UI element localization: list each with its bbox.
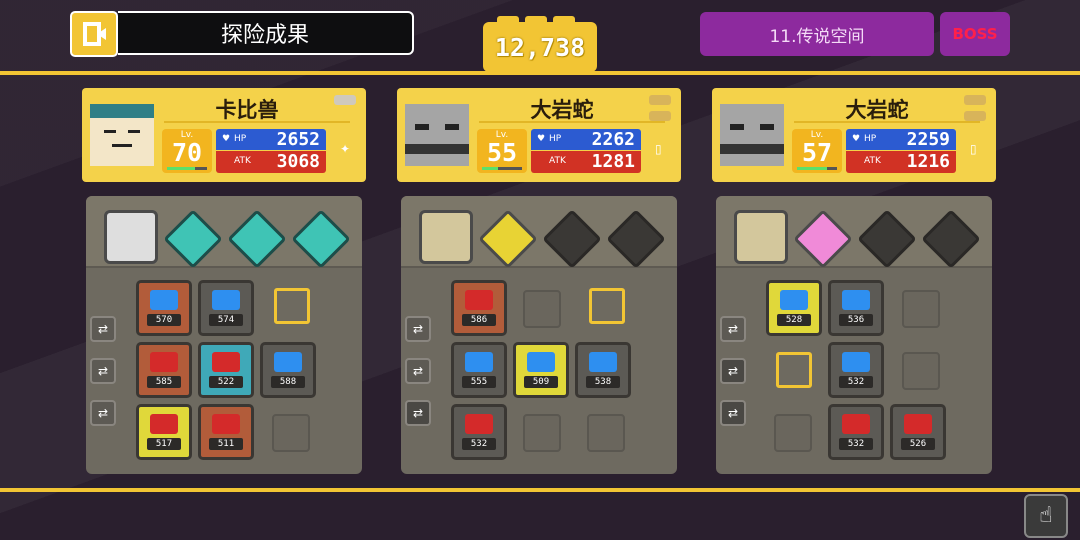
level-value: 55	[486, 138, 518, 167]
ribbon-icon: ▯	[970, 142, 977, 156]
power-stone[interactable]: 522	[198, 342, 254, 398]
empty-heart-slot[interactable]	[589, 288, 625, 324]
power-stone[interactable]: 538	[575, 342, 631, 398]
empty-slot[interactable]	[523, 290, 561, 328]
swap-icon[interactable]: ⇄	[90, 316, 116, 342]
power-stone[interactable]: 536	[828, 280, 884, 336]
swap-icon[interactable]: ⇄	[720, 316, 746, 342]
atk-stat: ATK 3068	[216, 151, 326, 173]
stage-label: 11.传说空间	[700, 12, 934, 56]
power-stone[interactable]: 532	[828, 342, 884, 398]
empty-slot[interactable]	[902, 290, 940, 328]
atk-stat: ATK 1216	[846, 151, 956, 173]
exit-door-icon	[83, 22, 106, 46]
hand-pointer-icon[interactable]: ☝	[1024, 494, 1068, 538]
move-slot[interactable]	[104, 210, 158, 264]
coin-counter: 12,738	[483, 16, 597, 72]
pokemon-portrait	[405, 104, 469, 166]
power-stone-grid-3: ⇄ ⇄ ⇄ 528 536 532 532 526	[716, 196, 992, 474]
pokemon-card-3[interactable]: 大岩蛇 Lv. 57 ♥ HP 2259 ATK 1216 ▯	[712, 88, 996, 182]
power-stone[interactable]: 588	[260, 342, 316, 398]
pokemon-portrait	[720, 104, 784, 166]
empty-heart-slot[interactable]	[274, 288, 310, 324]
pokemon-name: 大岩蛇	[530, 98, 594, 122]
power-stone[interactable]: 532	[828, 404, 884, 460]
power-stone[interactable]: 509	[513, 342, 569, 398]
swap-icon[interactable]: ⇄	[720, 358, 746, 384]
level-box: Lv. 55	[477, 129, 527, 173]
power-stone-grid-2: ⇄ ⇄ ⇄ 586 555 509 538 532	[401, 196, 677, 474]
level-box: Lv. 70	[162, 129, 212, 173]
atk-stat: ATK 1281	[531, 151, 641, 173]
power-stone[interactable]: 570	[136, 280, 192, 336]
power-stone[interactable]: 574	[198, 280, 254, 336]
level-box: Lv. 57	[792, 129, 842, 173]
move-slot[interactable]	[734, 210, 788, 264]
pokemon-card-1[interactable]: 卡比兽 Lv. 70 ♥ HP 2652 ATK 3068 ✦	[82, 88, 366, 182]
power-stone[interactable]: 511	[198, 404, 254, 460]
power-stone[interactable]: 528	[766, 280, 822, 336]
move-slot[interactable]	[419, 210, 473, 264]
status-pill	[334, 95, 356, 105]
empty-slot[interactable]	[587, 414, 625, 452]
swap-icon[interactable]: ⇄	[90, 358, 116, 384]
bottom-divider	[0, 488, 1080, 492]
pokemon-name: 大岩蛇	[845, 98, 909, 122]
power-stone[interactable]: 532	[451, 404, 507, 460]
power-stone[interactable]: 555	[451, 342, 507, 398]
pokemon-name: 卡比兽	[215, 98, 279, 122]
hp-stat: ♥ HP 2262	[531, 129, 641, 150]
power-stone-grid-1: ⇄ ⇄ ⇄ 570 574 585 522 588 517 511	[86, 196, 362, 474]
coin-value: 12,738	[494, 32, 586, 62]
power-stone[interactable]: 517	[136, 404, 192, 460]
empty-slot[interactable]	[523, 414, 561, 452]
level-value: 70	[171, 138, 203, 167]
power-stone[interactable]: 585	[136, 342, 192, 398]
swap-icon[interactable]: ⇄	[405, 358, 431, 384]
empty-slot[interactable]	[272, 414, 310, 452]
pokemon-portrait	[90, 104, 154, 166]
ribbon-icon: ▯	[655, 142, 662, 156]
empty-heart-slot[interactable]	[776, 352, 812, 388]
swap-icon[interactable]: ⇄	[720, 400, 746, 426]
level-value: 57	[801, 138, 833, 167]
swap-icon[interactable]: ⇄	[405, 316, 431, 342]
page-title: 探险成果	[118, 11, 414, 55]
exit-button[interactable]	[70, 11, 118, 57]
hp-stat: ♥ HP 2652	[216, 129, 326, 150]
swap-icon[interactable]: ⇄	[405, 400, 431, 426]
empty-slot[interactable]	[902, 352, 940, 390]
pokemon-card-2[interactable]: 大岩蛇 Lv. 55 ♥ HP 2262 ATK 1281 ▯	[397, 88, 681, 182]
empty-slot[interactable]	[774, 414, 812, 452]
power-stone[interactable]: 526	[890, 404, 946, 460]
swap-icon[interactable]: ⇄	[90, 400, 116, 426]
ribbon-icon: ✦	[340, 142, 351, 156]
hp-stat: ♥ HP 2259	[846, 129, 956, 150]
power-stone[interactable]: 586	[451, 280, 507, 336]
boss-badge: BOSS	[940, 12, 1010, 56]
